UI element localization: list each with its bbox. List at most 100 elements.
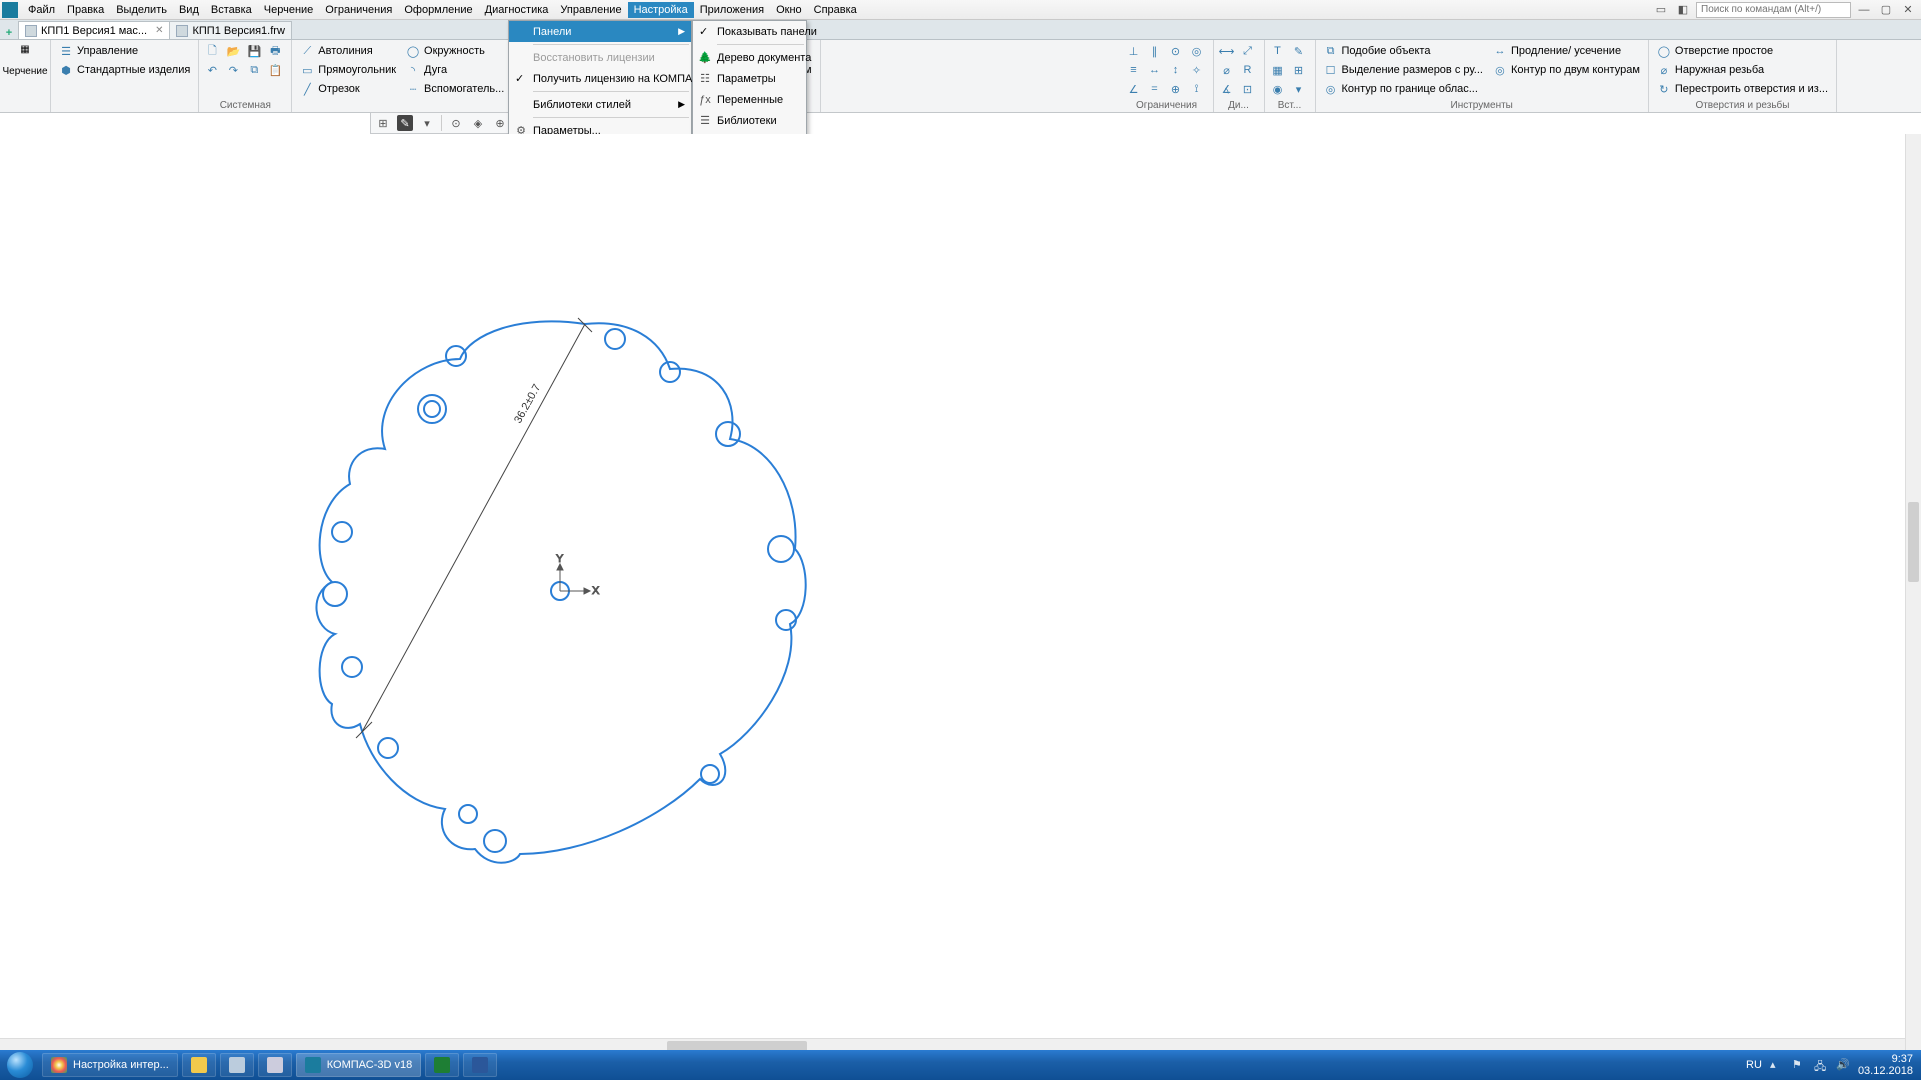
tool-icon[interactable]: ✎	[397, 115, 413, 131]
dropdown-icon[interactable]: ▾	[419, 115, 435, 131]
new-icon[interactable]: 🗋	[203, 42, 221, 60]
constraint-icon[interactable]: ✧	[1188, 61, 1206, 79]
similar-obj-button[interactable]: ⧉Подобие объекта	[1320, 42, 1487, 60]
autoline-button[interactable]: ⟋Автолиния	[296, 42, 400, 60]
menu-view[interactable]: Вид	[173, 2, 205, 18]
taskbar-word[interactable]	[463, 1053, 497, 1077]
constraint-icon[interactable]: ◎	[1188, 42, 1206, 60]
dd-properties[interactable]: ☷Параметры	[693, 68, 806, 89]
menu-format[interactable]: Оформление	[398, 2, 478, 18]
menu-drawing[interactable]: Черчение	[258, 2, 320, 18]
tab-close-icon[interactable]: ✕	[155, 25, 163, 36]
layout-2-icon[interactable]: ◧	[1674, 3, 1692, 17]
minimize-button[interactable]: —	[1855, 3, 1873, 17]
menu-settings[interactable]: Настройка	[628, 2, 694, 18]
vertical-scrollbar[interactable]	[1905, 134, 1921, 1054]
boundary-contour-button[interactable]: ◎Контур по границе облас...	[1320, 80, 1487, 98]
print-icon[interactable]: 🖶	[266, 42, 284, 60]
mode-drawing-button[interactable]: ▦Черчение	[4, 42, 46, 99]
new-tab-button[interactable]: +	[0, 27, 18, 39]
snap-icon[interactable]: ◈	[470, 115, 486, 131]
insert-icon[interactable]: ▾	[1290, 80, 1308, 98]
rect-button[interactable]: ▭Прямоугольник	[296, 61, 400, 79]
constraint-icon[interactable]: ⊥	[1125, 42, 1143, 60]
dd-sub-panels[interactable]: Панели▶	[509, 21, 691, 42]
ext-thread-button[interactable]: ⌀Наружная резьба	[1653, 61, 1832, 79]
snap-icon[interactable]: ⊙	[448, 115, 464, 131]
drawing-canvas[interactable]: 36.2±0.7 X Y	[0, 134, 1921, 1054]
extend-trim-button[interactable]: ↔Продление/ усечение	[1489, 42, 1644, 60]
constraint-icon[interactable]: ≡	[1125, 61, 1143, 79]
open-icon[interactable]: 📂	[224, 42, 242, 60]
select-dims-button[interactable]: ☐Выделение размеров с ру...	[1320, 61, 1487, 79]
tray-network-icon[interactable]: 🖧	[1814, 1058, 1828, 1072]
constraint-icon[interactable]: ⊙	[1167, 42, 1185, 60]
tray-up-icon[interactable]: ▴	[1770, 1058, 1784, 1072]
std-parts-button[interactable]: ⬢Стандартные изделия	[55, 61, 194, 79]
constraint-icon[interactable]: ∥	[1146, 42, 1164, 60]
menu-select[interactable]: Выделить	[110, 2, 173, 18]
insert-icon[interactable]: T	[1269, 42, 1287, 60]
taskbar-explorer[interactable]	[182, 1053, 216, 1077]
menu-diagnostics[interactable]: Диагностика	[479, 2, 555, 18]
dd-get-license[interactable]: ✓Получить лицензию на КОМПАС-3D	[509, 68, 691, 89]
dim-icon[interactable]: ⤢	[1239, 42, 1257, 60]
dd-show-panels[interactable]: ✓Показывать панели	[693, 21, 806, 42]
dim-icon[interactable]: ⟷	[1218, 42, 1236, 60]
menu-apps[interactable]: Приложения	[694, 2, 770, 18]
tray-clock[interactable]: 9:37 03.12.2018	[1858, 1053, 1913, 1077]
dim-icon[interactable]: ∡	[1218, 80, 1236, 98]
command-search-input[interactable]	[1696, 2, 1851, 18]
paste-icon[interactable]: 📋	[266, 61, 284, 79]
layout-1-icon[interactable]: ▭	[1652, 3, 1670, 17]
dd-style-libs[interactable]: Библиотеки стилей▶	[509, 94, 691, 115]
constraint-icon[interactable]: ↕	[1167, 61, 1185, 79]
manage-button[interactable]: ☰Управление	[55, 42, 194, 60]
snap-icon[interactable]: ⊕	[492, 115, 508, 131]
start-button[interactable]	[0, 1050, 40, 1080]
menu-constraints[interactable]: Ограничения	[319, 2, 398, 18]
lang-indicator[interactable]: RU	[1746, 1059, 1762, 1071]
maximize-button[interactable]: ▢	[1877, 3, 1895, 17]
close-button[interactable]: ✕	[1899, 3, 1917, 17]
tool-icon[interactable]: ⊞	[375, 115, 391, 131]
constraint-icon[interactable]: ⟟	[1188, 80, 1206, 98]
menu-manage[interactable]: Управление	[554, 2, 627, 18]
constraint-icon[interactable]: ↔	[1146, 61, 1164, 79]
copy-icon[interactable]: ⧉	[245, 61, 263, 79]
undo-icon[interactable]: ↶	[203, 61, 221, 79]
dim-icon[interactable]: ⊡	[1239, 80, 1257, 98]
menu-edit[interactable]: Правка	[61, 2, 110, 18]
tray-volume-icon[interactable]: 🔊	[1836, 1058, 1850, 1072]
save-icon[interactable]: 💾	[245, 42, 263, 60]
taskbar-calc[interactable]	[258, 1053, 292, 1077]
insert-icon[interactable]: ◉	[1269, 80, 1287, 98]
document-tab[interactable]: КПП1 Версия1 мас... ✕	[18, 21, 170, 39]
taskbar-chrome[interactable]: Настройка интер...	[42, 1053, 178, 1077]
dd-libraries[interactable]: ☰Библиотеки	[693, 110, 806, 131]
constraint-icon[interactable]: ∠	[1125, 80, 1143, 98]
dd-doc-tree[interactable]: 🌲Дерево документа	[693, 47, 806, 68]
two-contours-button[interactable]: ◎Контур по двум контурам	[1489, 61, 1644, 79]
menu-window[interactable]: Окно	[770, 2, 808, 18]
menu-help[interactable]: Справка	[808, 2, 863, 18]
document-tab[interactable]: КПП1 Версия1.frw	[169, 21, 291, 39]
insert-icon[interactable]: ✎	[1290, 42, 1308, 60]
dim-icon[interactable]: R	[1239, 61, 1257, 79]
menu-file[interactable]: Файл	[22, 2, 61, 18]
dd-variables[interactable]: ƒxПеременные	[693, 89, 806, 110]
taskbar-notepad[interactable]	[220, 1053, 254, 1077]
tray-flag-icon[interactable]: ⚑	[1792, 1058, 1806, 1072]
simple-hole-button[interactable]: ◯Отверстие простое	[1653, 42, 1832, 60]
menu-insert[interactable]: Вставка	[205, 2, 258, 18]
segment-button[interactable]: ╱Отрезок	[296, 80, 400, 98]
rebuild-holes-button[interactable]: ↻Перестроить отверстия и из...	[1653, 80, 1832, 98]
constraint-icon[interactable]: ⊕	[1167, 80, 1185, 98]
insert-icon[interactable]: ⊞	[1290, 61, 1308, 79]
dim-icon[interactable]: ⌀	[1218, 61, 1236, 79]
constraint-icon[interactable]: =	[1146, 80, 1164, 98]
taskbar-kompas[interactable]: КОМПАС-3D v18	[296, 1053, 421, 1077]
taskbar-excel[interactable]	[425, 1053, 459, 1077]
insert-icon[interactable]: ▦	[1269, 61, 1287, 79]
redo-icon[interactable]: ↷	[224, 61, 242, 79]
